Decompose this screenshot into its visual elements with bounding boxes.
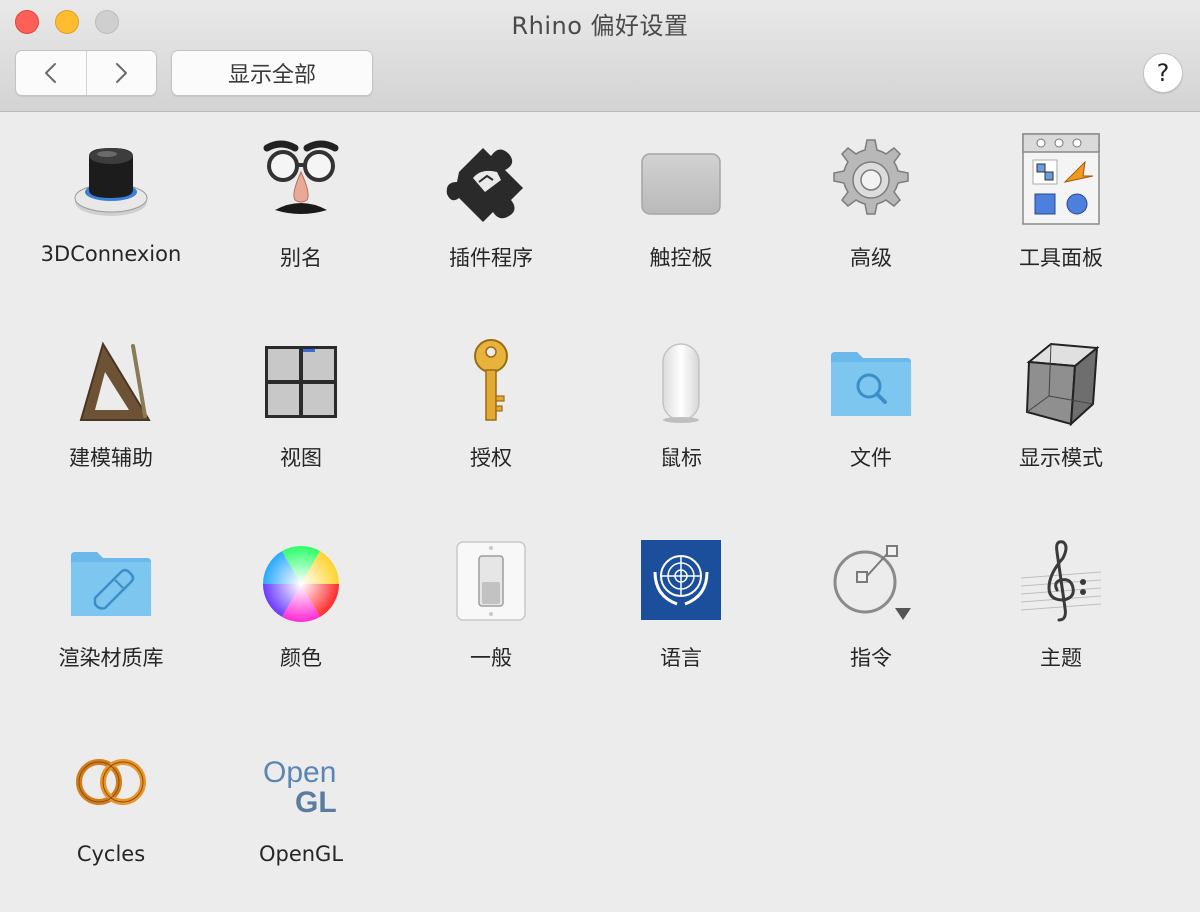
pane-label: 一般 xyxy=(470,646,512,670)
pane-label: 渲染材质库 xyxy=(58,646,164,670)
pane-label: 视图 xyxy=(280,446,322,470)
pane-advanced[interactable]: 高级 xyxy=(776,120,966,270)
pane-label: 授权 xyxy=(470,446,512,470)
pane-opengl[interactable]: Open GL OpenGL xyxy=(206,720,396,870)
pane-aliases[interactable]: 别名 xyxy=(206,120,396,270)
pane-label: Cycles xyxy=(76,842,146,866)
key-icon xyxy=(443,332,539,428)
pane-display-modes[interactable]: 显示模式 xyxy=(966,320,1156,470)
command-circle-icon xyxy=(823,532,919,628)
toolbar: Rhino 偏好设置 显示全部 ? xyxy=(0,0,1200,112)
pane-view[interactable]: 视图 xyxy=(206,320,396,470)
pane-modeling-aids[interactable]: 建模辅助 xyxy=(16,320,206,470)
puzzle-rhino-icon xyxy=(443,132,539,228)
pane-trackpad[interactable]: 触控板 xyxy=(586,120,776,270)
linked-rings-icon xyxy=(63,732,159,828)
pane-label: 3DConnexion xyxy=(40,242,182,266)
glasses-nose-icon xyxy=(253,132,349,228)
music-clef-icon xyxy=(1013,532,1109,628)
pane-label: 工具面板 xyxy=(1019,246,1103,270)
chevron-right-icon xyxy=(116,63,128,83)
pane-licenses[interactable]: 授权 xyxy=(396,320,586,470)
window-title: Rhino 偏好设置 xyxy=(511,12,689,40)
pane-language[interactable]: 语言 xyxy=(586,520,776,670)
pane-label: 主题 xyxy=(1040,646,1082,670)
light-switch-icon xyxy=(443,532,539,628)
pane-render-materials[interactable]: 渲染材质库 xyxy=(16,520,206,670)
pane-label: 触控板 xyxy=(649,246,713,270)
pane-label: 鼠标 xyxy=(660,446,702,470)
pane-label: 高级 xyxy=(850,246,892,270)
four-viewports-icon xyxy=(253,332,349,428)
opengl-logo-line1: Open xyxy=(263,756,336,789)
folder-search-icon xyxy=(823,332,919,428)
color-wheel-icon xyxy=(253,532,349,628)
pane-tool-palette[interactable]: 工具面板 xyxy=(966,120,1156,270)
pane-commands[interactable]: 指令 xyxy=(776,520,966,670)
show-all-button[interactable]: 显示全部 xyxy=(171,50,373,96)
pane-label: 语言 xyxy=(660,646,702,670)
back-button[interactable] xyxy=(16,51,86,95)
pane-themes[interactable]: 主题 xyxy=(966,520,1156,670)
3d-mouse-icon xyxy=(63,132,159,228)
pane-label: OpenGL xyxy=(258,842,344,866)
pane-label: 显示模式 xyxy=(1019,446,1103,470)
preferences-window: Rhino 偏好设置 显示全部 ? 3DConnexion 别名 插件程序 触控… xyxy=(0,0,1200,912)
pane-label: 指令 xyxy=(850,646,892,670)
trackpad-icon xyxy=(633,132,729,228)
gear-icon xyxy=(823,132,919,228)
pane-cycles[interactable]: Cycles xyxy=(16,720,206,870)
pane-mouse[interactable]: 鼠标 xyxy=(586,320,776,470)
pane-files[interactable]: 文件 xyxy=(776,320,966,470)
opengl-logo-line2: GL xyxy=(295,786,337,819)
material-folder-icon xyxy=(63,532,159,628)
mouse-icon xyxy=(633,332,729,428)
chevron-left-icon xyxy=(44,63,56,83)
tool-palette-icon xyxy=(1013,132,1109,228)
wireframe-cube-icon xyxy=(1013,332,1109,428)
pane-label: 建模辅助 xyxy=(69,446,153,470)
un-flag-icon xyxy=(633,532,729,628)
pane-colors[interactable]: 颜色 xyxy=(206,520,396,670)
pane-label: 文件 xyxy=(850,446,892,470)
pane-label: 别名 xyxy=(280,246,322,270)
help-button[interactable]: ? xyxy=(1143,53,1183,93)
pane-label: 颜色 xyxy=(280,646,322,670)
triangle-ruler-icon xyxy=(63,332,159,428)
opengl-logo-icon: Open GL xyxy=(253,732,349,828)
pane-plugins[interactable]: 插件程序 xyxy=(396,120,586,270)
pane-general[interactable]: 一般 xyxy=(396,520,586,670)
navigation-buttons xyxy=(15,50,157,96)
pane-label: 插件程序 xyxy=(449,246,533,270)
forward-button[interactable] xyxy=(85,51,157,95)
pane-3dconnexion[interactable]: 3DConnexion xyxy=(16,120,206,270)
